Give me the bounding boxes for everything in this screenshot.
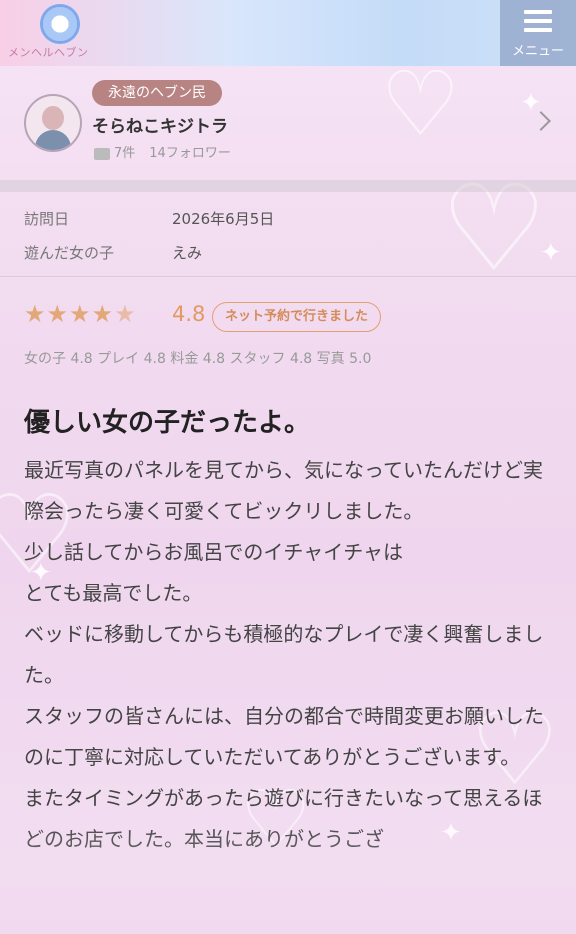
review-title: 優しい女の子だったよ。 (24, 408, 311, 438)
rank-badge: 永遠のヘブン民 (92, 80, 222, 106)
star-icon: ★ (24, 300, 47, 328)
sub-scores: 女の子 4.8 プレイ 4.8 料金 4.8 スタッフ 4.8 写真 5.0 (24, 351, 372, 367)
star-icon: ★ (46, 300, 70, 328)
girl-label: 遊んだ女の子 (24, 244, 115, 262)
review-paragraph: 少し話してからお風呂でのイチャイチャは (24, 540, 403, 564)
review-paragraph: スタッフの皆さんには、自分の都合で時間変更お願いしたのに丁寧に対応していただいて… (24, 704, 544, 769)
section-divider (0, 180, 576, 192)
review-paragraph: とても最高でした。 (24, 581, 203, 605)
reviewer-stats: 7件 14フォロワー (94, 142, 231, 161)
review-body: 最近写真のパネルを見てから、気になっていたんだけど実際会ったら凄く可愛くてビック… (24, 450, 552, 860)
visit-girl-row: 遊んだ女の子 えみ (24, 242, 202, 263)
review-paragraph: ベッドに移動してからも積極的なプレイで凄く興奮しました。 (24, 622, 544, 687)
visit-date-label: 訪問日 (24, 210, 70, 228)
visit-date-value: 2026年6月5日 (172, 210, 275, 228)
reviewer-name: そらねこキジトラ (92, 117, 228, 137)
logo-text: メンヘルヘブン (8, 46, 89, 59)
avatar (24, 94, 82, 152)
visit-date-row: 訪問日 2026年6月5日 (24, 208, 274, 229)
review-paragraph: 最近写真のパネルを見てから、気になっていたんだけど実際会ったら凄く可愛くてビック… (24, 458, 543, 523)
menu-button[interactable]: メニュー (500, 0, 576, 66)
star-icon: ★ (91, 300, 115, 328)
girl-value: えみ (172, 244, 203, 262)
flower-logo-icon (40, 4, 80, 44)
star-rating: ★★★★★ (24, 300, 137, 328)
site-logo[interactable]: メンヘルヘブン (8, 4, 118, 60)
header-bar: メンヘルヘブン メニュー (0, 0, 576, 66)
visit-info: 訪問日 2026年6月5日 遊んだ女の子 えみ (0, 192, 576, 277)
post-count: 7件 (114, 146, 136, 161)
star-icon: ★ (69, 300, 92, 328)
reviewer-profile[interactable]: 永遠のヘブン民 そらねこキジトラ 7件 14フォロワー (0, 66, 576, 180)
menu-label: メニュー (511, 44, 564, 59)
review-paragraph: またタイミングがあったら遊びに行きたいなって思えるほどのお店でした。本当にありが… (24, 786, 543, 851)
rating-score: 4.8 (172, 302, 206, 326)
comment-icon (94, 147, 110, 160)
follower-count: 14フォロワー (149, 146, 231, 161)
chevron-right-icon[interactable] (531, 111, 551, 131)
booking-badge: ネット予約で行きました (212, 302, 382, 332)
half-star-icon: ★ (114, 300, 137, 328)
hamburger-icon (524, 10, 552, 37)
